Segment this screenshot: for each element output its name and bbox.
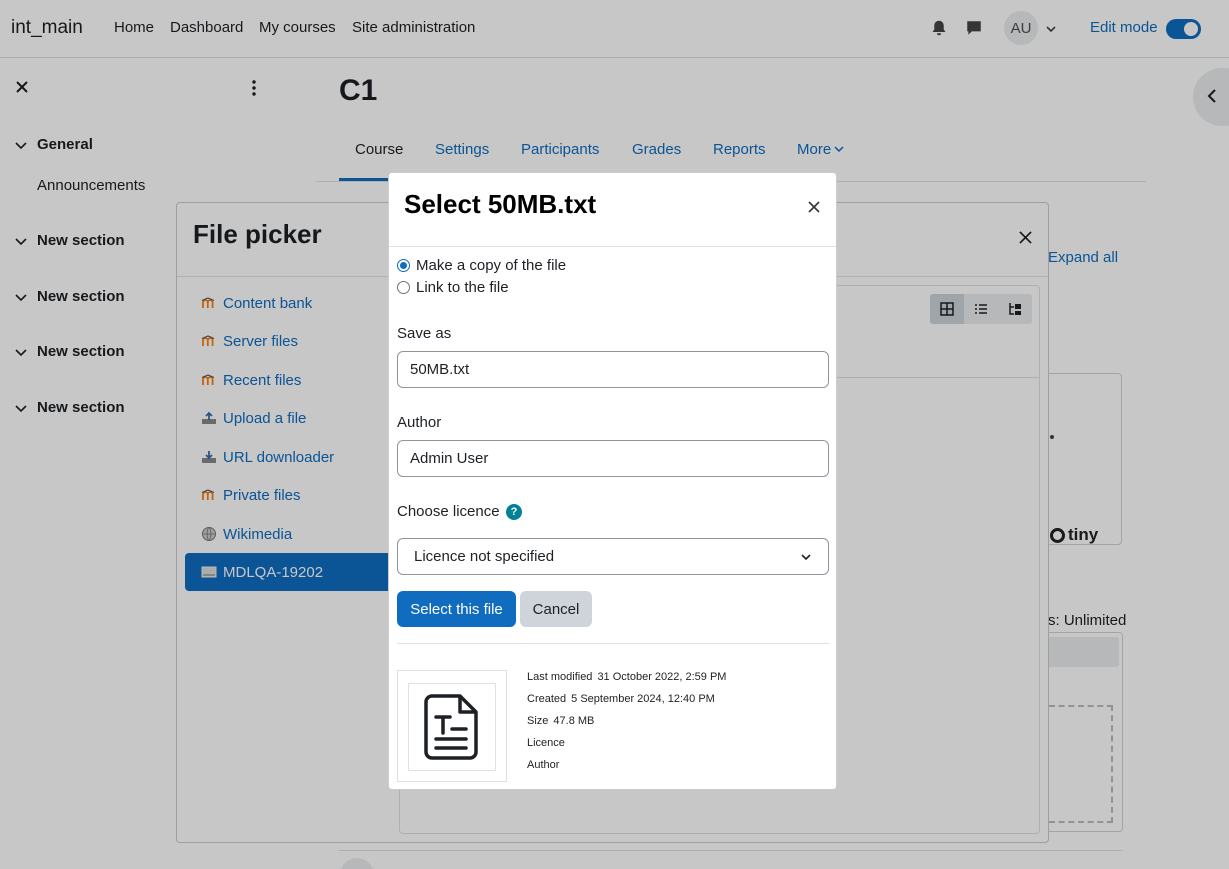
- chevron-down-icon: [801, 553, 811, 560]
- select-file-title: Select 50MB.txt: [404, 189, 597, 219]
- option-make-copy[interactable]: Make a copy of the file: [397, 257, 566, 274]
- close-icon[interactable]: [808, 201, 820, 213]
- file-thumbnail: [397, 670, 507, 782]
- licence-select[interactable]: Licence not specified: [397, 538, 829, 575]
- save-as-label: Save as: [397, 325, 452, 342]
- author-input[interactable]: Admin User: [397, 440, 829, 477]
- meta-created: Created 5 September 2024, 12:40 PM: [527, 693, 715, 705]
- divider: [397, 643, 829, 644]
- select-file-dialog: Select 50MB.txt Make a copy of the file …: [388, 172, 837, 790]
- divider: [389, 246, 836, 247]
- radio-make-copy[interactable]: [397, 259, 410, 272]
- radio-link-to-file[interactable]: [397, 281, 410, 294]
- cancel-button[interactable]: Cancel: [520, 591, 592, 627]
- text-file-icon: [424, 694, 478, 760]
- help-icon[interactable]: ?: [506, 504, 522, 520]
- licence-label: Choose licence: [397, 503, 500, 520]
- save-as-input[interactable]: 50MB.txt: [397, 351, 829, 388]
- meta-last-modified: Last modified 31 October 2022, 2:59 PM: [527, 671, 727, 683]
- option-link-to-file[interactable]: Link to the file: [397, 279, 509, 296]
- meta-author: Author: [527, 759, 560, 771]
- author-label: Author: [397, 414, 442, 431]
- meta-licence: Licence: [527, 737, 565, 749]
- select-this-file-button[interactable]: Select this file: [397, 591, 516, 627]
- meta-size: Size 47.8 MB: [527, 715, 595, 727]
